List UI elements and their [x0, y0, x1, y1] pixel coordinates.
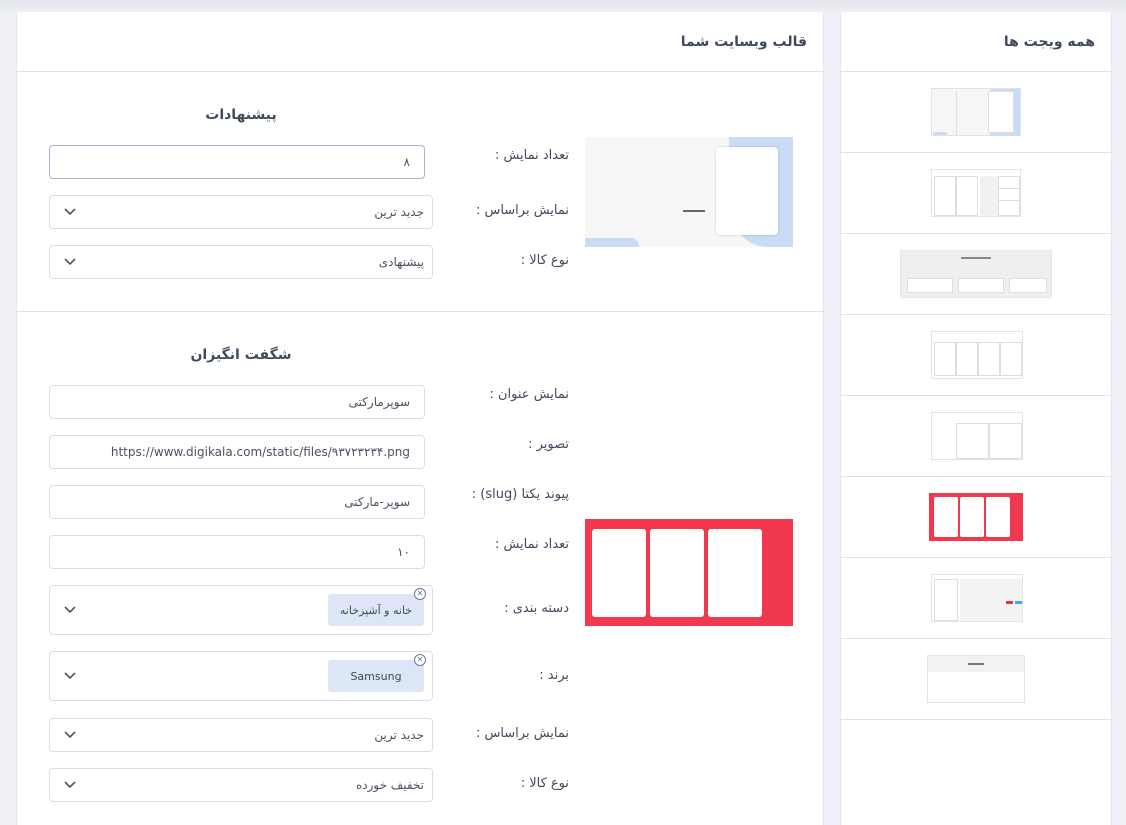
amazing-image-input[interactable]: https://www.digikala.com/static/files/۹۳…	[49, 435, 425, 469]
amazing-type-select[interactable]: تخفیف خورده	[49, 768, 433, 802]
chevron-down-icon	[64, 606, 76, 614]
amazing-type-label: نوع کالا :	[520, 776, 569, 791]
preview-card	[708, 529, 762, 617]
widget-1-preview	[931, 88, 1021, 136]
category-chip: خانه و آشپزخانه ✕	[328, 588, 426, 626]
offers-type-select[interactable]: پیشنهادی	[49, 245, 433, 279]
offers-sort-value: جدید ترین	[374, 205, 424, 219]
offers-section: پیشنهادات تعداد نمایش : ۸ نمایش براساس :…	[17, 73, 825, 312]
amazing-image-label: تصویر :	[528, 437, 569, 452]
amazing-section: شگفت انگیزان نمایش عنوان : سوپرمارکتی تص…	[17, 313, 825, 825]
template-panel: قالب وبسایت شما پیشنهادات تعداد نمایش : …	[16, 12, 825, 825]
template-panel-title: قالب وبسایت شما	[17, 12, 823, 72]
widget-thumb-3[interactable]	[841, 234, 1111, 315]
chevron-down-icon	[64, 781, 76, 789]
widget-3-preview	[900, 250, 1052, 298]
amazing-brand-select[interactable]: Samsung ✕	[49, 651, 433, 701]
widget-8-preview	[927, 655, 1025, 703]
amazing-preview-image	[585, 519, 793, 626]
widget-thumb-5[interactable]	[841, 396, 1111, 477]
amazing-slug-label: پیوند یکتا (slug) :	[471, 487, 569, 502]
amazing-title-label: نمایش عنوان :	[489, 387, 570, 402]
chevron-down-icon	[64, 672, 76, 680]
offers-sort-select[interactable]: جدید ترین	[49, 195, 433, 229]
offers-title: پیشنهادات	[205, 107, 277, 123]
offers-count-label: تعداد نمایش :	[494, 148, 569, 163]
amazing-slug-input[interactable]: سوپر-مارکتی	[49, 485, 425, 519]
offers-sort-label: نمایش براساس :	[475, 203, 569, 218]
amazing-title-input[interactable]: سوپرمارکتی	[49, 385, 425, 419]
brand-chip-label: Samsung	[350, 669, 402, 683]
widgets-panel-title: همه ویجت ها	[841, 12, 1111, 72]
widget-5-preview	[931, 412, 1023, 460]
chevron-down-icon	[64, 258, 76, 266]
offers-type-value: پیشنهادی	[378, 255, 424, 269]
widget-thumb-8[interactable]	[841, 639, 1111, 720]
widget-2-preview	[931, 169, 1021, 217]
remove-chip-icon[interactable]: ✕	[414, 654, 426, 666]
offers-count-input[interactable]: ۸	[49, 145, 425, 179]
widgets-panel: همه ویجت ها	[840, 12, 1112, 825]
amazing-category-label: دسته بندی :	[504, 601, 569, 616]
remove-chip-icon[interactable]: ✕	[414, 588, 426, 600]
amazing-category-select[interactable]: خانه و آشپزخانه ✕	[49, 585, 433, 635]
preview-card	[650, 529, 704, 617]
widget-4-preview	[931, 331, 1023, 379]
widget-7-preview	[931, 574, 1023, 622]
amazing-slug-value: سوپر-مارکتی	[344, 495, 410, 509]
widget-thumb-2[interactable]	[841, 153, 1111, 234]
offers-count-value: ۸	[403, 155, 410, 169]
brand-chip: Samsung ✕	[328, 654, 426, 692]
amazing-image-value: https://www.digikala.com/static/files/۹۳…	[110, 445, 410, 459]
chevron-down-icon	[64, 731, 76, 739]
chevron-down-icon	[64, 208, 76, 216]
offers-preview-image	[585, 137, 793, 247]
amazing-count-value: ۱۰	[397, 545, 410, 559]
amazing-count-input[interactable]: ۱۰	[49, 535, 425, 569]
widget-6-preview	[929, 493, 1023, 541]
amazing-type-value: تخفیف خورده	[355, 778, 424, 792]
amazing-brand-label: برند :	[539, 668, 569, 683]
offers-type-label: نوع کالا :	[520, 253, 569, 268]
category-chip-label: خانه و آشپزخانه	[339, 603, 413, 617]
amazing-sort-select[interactable]: جدید ترین	[49, 718, 433, 752]
preview-card	[592, 529, 646, 617]
widget-thumb-6[interactable]	[841, 477, 1111, 558]
amazing-title: شگفت انگیزان	[190, 347, 292, 363]
widget-thumb-1[interactable]	[841, 72, 1111, 153]
amazing-sort-value: جدید ترین	[374, 728, 424, 742]
amazing-sort-label: نمایش براساس :	[475, 726, 569, 741]
amazing-count-label: تعداد نمایش :	[494, 537, 569, 552]
amazing-title-value: سوپرمارکتی	[348, 395, 410, 409]
widget-thumb-4[interactable]	[841, 315, 1111, 396]
widget-thumb-7[interactable]	[841, 558, 1111, 639]
